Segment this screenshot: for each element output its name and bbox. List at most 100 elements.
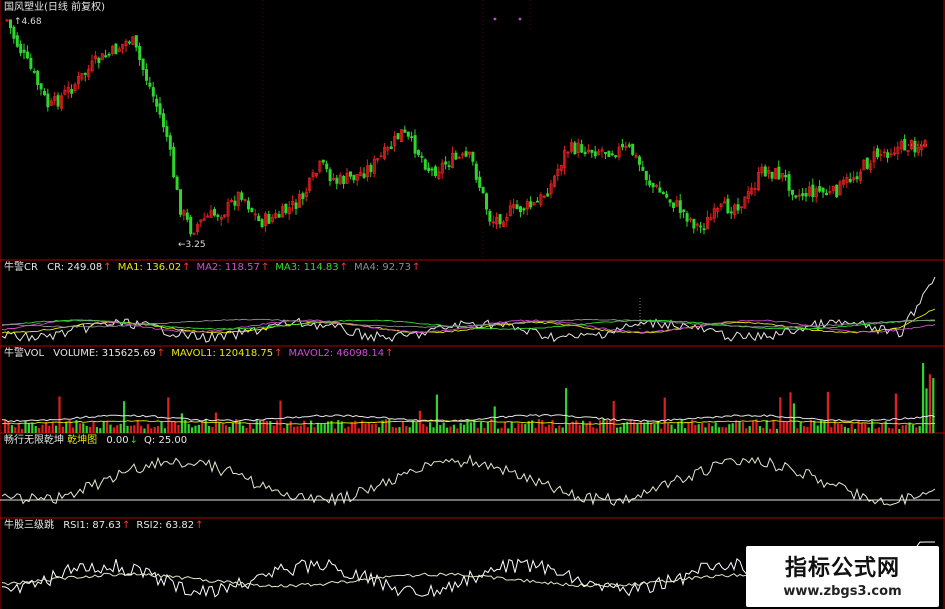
volume-bar: [85, 425, 88, 433]
volume-bar: [582, 420, 585, 433]
volume-bar: [405, 426, 408, 433]
volume-bar: [48, 425, 51, 433]
candle-body: [811, 184, 815, 198]
candle-body: [546, 193, 550, 197]
candle-body: [763, 166, 767, 177]
volume-bar: [242, 425, 245, 433]
volume-bar: [888, 427, 891, 433]
volume-bar: [558, 425, 561, 433]
candle-body: [172, 146, 176, 178]
candle-body: [260, 219, 264, 227]
candle-body: [777, 166, 781, 180]
volume-bar: [483, 427, 486, 433]
volume-bar: [514, 428, 517, 433]
volume-bar: [612, 400, 615, 433]
volume-bar: [95, 427, 98, 433]
candle-body: [604, 152, 608, 154]
volume-bar: [367, 422, 370, 433]
candle-body: [362, 173, 366, 178]
volume-bar: [174, 421, 177, 433]
candle-body: [876, 148, 880, 158]
volume-bar: [510, 421, 513, 433]
volume-bar: [765, 420, 768, 433]
down-arrow-icon: ↓: [129, 435, 139, 446]
candle-body: [246, 200, 250, 210]
volume-bar: [854, 428, 857, 433]
volume-bar: [282, 428, 285, 433]
volume-bar: [106, 421, 109, 433]
candle-body: [583, 151, 587, 155]
candle-body: [420, 155, 424, 158]
volume-bar: [7, 421, 10, 433]
volume-bar: [721, 427, 724, 433]
candle-body: [478, 176, 482, 188]
candle-body: [70, 89, 74, 94]
volume-bar: [663, 397, 666, 433]
candle-body: [161, 113, 165, 128]
volume-bar: [99, 428, 102, 433]
volume-bar: [541, 420, 544, 433]
volume-bar: [537, 419, 540, 433]
volume-bar: [619, 426, 622, 433]
watermark-badge: 指标公式网 www.zbgs3.com: [746, 546, 939, 607]
volume-bar: [4, 419, 7, 433]
candle-body: [335, 177, 339, 184]
candle-body: [352, 174, 356, 181]
cx-field-0: 0.00: [106, 435, 129, 446]
candle-body: [644, 170, 648, 180]
volume-bar: [14, 427, 17, 433]
candle-body: [141, 58, 145, 70]
volume-bar: [497, 428, 500, 433]
candle-body: [484, 193, 488, 210]
candle-body: [627, 144, 631, 147]
volume-bar: [877, 427, 880, 433]
volume-bar: [694, 425, 697, 433]
volume-bar: [446, 427, 449, 433]
volume-bar: [350, 422, 353, 433]
volume-bar: [425, 426, 428, 433]
candle-body: [651, 183, 655, 188]
volume-bar: [51, 421, 54, 433]
volume-bar: [469, 422, 472, 433]
volume-bar: [670, 424, 673, 433]
volume-bar: [918, 426, 921, 433]
volume-bar: [840, 423, 843, 433]
candle-body: [821, 187, 825, 193]
volume-bar: [775, 428, 778, 433]
volume-bar: [432, 427, 435, 433]
volume-bar: [864, 423, 867, 433]
volume-bar: [813, 420, 816, 433]
volume-bar: [826, 391, 829, 433]
volume-bar: [143, 428, 146, 433]
volume-bar: [544, 426, 547, 433]
chart-canvas[interactable]: [0, 0, 945, 609]
volume-bar: [89, 426, 92, 433]
candle-body: [835, 184, 839, 198]
volume-bar: [442, 422, 445, 433]
volume-bar: [265, 421, 268, 433]
volume-bar: [588, 421, 591, 433]
volume-bar: [320, 423, 323, 433]
volume-bar: [170, 421, 173, 433]
candle-body: [519, 206, 523, 213]
candle-body: [148, 82, 152, 87]
volume-bar: [439, 425, 442, 433]
candle-body: [430, 168, 434, 171]
volume-bar: [830, 427, 833, 433]
volume-bar: [337, 420, 340, 433]
volume-bar: [500, 427, 503, 433]
volume-bar: [561, 427, 564, 433]
volume-bar: [221, 422, 224, 433]
candle-body: [672, 202, 676, 208]
volume-bar: [228, 426, 231, 433]
vol-field-1: MAVOL1: 120418.75: [171, 348, 282, 359]
candle-body: [25, 51, 29, 59]
volume-bar: [398, 427, 401, 433]
volume-bar: [680, 419, 683, 433]
volume-bar: [31, 422, 34, 433]
volume-bar: [41, 424, 44, 433]
candle-body: [416, 149, 420, 156]
candle-body: [638, 156, 642, 165]
volume-bar: [286, 423, 289, 433]
volume-bar: [633, 421, 636, 433]
